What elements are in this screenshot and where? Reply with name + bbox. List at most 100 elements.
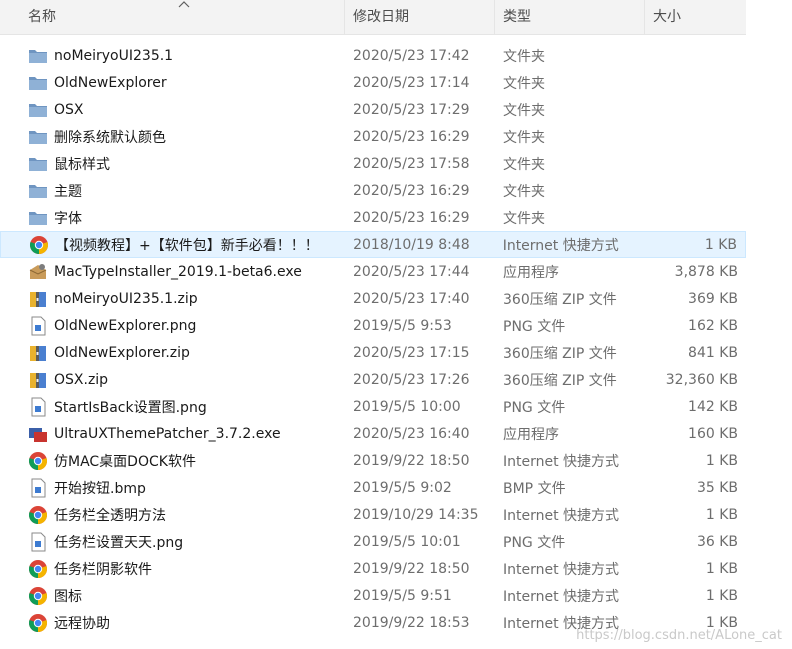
file-size: 369 KB: [688, 290, 738, 307]
file-name-cell[interactable]: 仿MAC桌面DOCK软件: [0, 451, 345, 471]
file-date: 2020/5/23 17:58: [353, 155, 470, 172]
installer-icon: [28, 262, 48, 282]
file-name-cell[interactable]: OldNewExplorer: [0, 73, 345, 93]
folder-icon: [28, 154, 48, 174]
file-row[interactable]: 图标 2019/5/5 9:51 Internet 快捷方式 1 KB: [0, 582, 746, 609]
file-name-cell[interactable]: MacTypeInstaller_2019.1-beta6.exe: [0, 262, 345, 282]
file-name: OldNewExplorer.zip: [54, 344, 190, 361]
file-type: Internet 快捷方式: [503, 588, 620, 605]
file-row[interactable]: 任务栏设置天天.png 2019/5/5 10:01 PNG 文件 36 KB: [0, 528, 746, 555]
file-date: 2020/5/23 17:44: [353, 263, 470, 280]
file-name-cell[interactable]: 开始按钮.bmp: [0, 478, 345, 498]
file-row[interactable]: 仿MAC桌面DOCK软件 2019/9/22 18:50 Internet 快捷方式…: [0, 447, 746, 474]
file-row[interactable]: 鼠标样式 2020/5/23 17:58 文件夹: [0, 150, 746, 177]
file-name: 【视频教程】+【软件包】新手必看！！！: [55, 237, 319, 254]
file-type: 文件夹: [503, 156, 545, 173]
file-name-cell[interactable]: noMeiryoUI235.1: [0, 46, 345, 66]
file-name: OSX: [54, 101, 84, 118]
file-name: OSX.zip: [54, 371, 109, 388]
file-date: 2020/5/23 17:40: [353, 290, 470, 307]
file-row[interactable]: UltraUXThemePatcher_3.7.2.exe 2020/5/23 1…: [0, 420, 746, 447]
file-name-cell[interactable]: 【视频教程】+【软件包】新手必看！！！: [1, 235, 345, 255]
file-name-cell[interactable]: 任务栏设置天天.png: [0, 532, 345, 552]
file-name: noMeiryoUI235.1.zip: [54, 290, 198, 307]
file-name-cell[interactable]: 图标: [0, 586, 345, 606]
file-size: 1 KB: [704, 236, 738, 253]
file-name-cell[interactable]: StartIsBack设置图.png: [0, 397, 345, 417]
zip-icon: [28, 343, 48, 363]
file-type: Internet 快捷方式: [503, 561, 620, 578]
file-row[interactable]: OldNewExplorer.png 2019/5/5 9:53 PNG 文件 162…: [0, 312, 746, 339]
column-header-size[interactable]: 大小: [645, 0, 746, 34]
file-date: 2020/5/23 17:42: [353, 47, 470, 64]
file-size: 142 KB: [688, 398, 738, 415]
file-name: noMeiryoUI235.1: [54, 47, 174, 64]
file-name-cell[interactable]: OldNewExplorer.png: [0, 316, 345, 336]
file-date: 2019/5/5 9:51: [353, 587, 452, 604]
file-type: BMP 文件: [503, 480, 566, 497]
file-size: 1 KB: [705, 506, 738, 523]
file-row[interactable]: MacTypeInstaller_2019.1-beta6.exe 2020/5/…: [0, 258, 746, 285]
file-date: 2020/5/23 17:29: [353, 101, 470, 118]
file-name: 鼠标样式: [54, 156, 110, 173]
column-header-date[interactable]: 修改日期: [345, 0, 495, 34]
file-row[interactable]: 任务栏阴影软件 2019/9/22 18:50 Internet 快捷方式 1 KB: [0, 555, 746, 582]
file-type: 文件夹: [503, 129, 545, 146]
file-type: 文件夹: [503, 48, 545, 65]
file-row[interactable]: 任务栏全透明方法 2019/10/29 14:35 Internet 快捷方式 1 K…: [0, 501, 746, 528]
sort-ascending-icon: [178, 0, 190, 10]
file-type: 360压缩 ZIP 文件: [503, 291, 617, 308]
file-row[interactable]: OldNewExplorer 2020/5/23 17:14 文件夹: [0, 69, 746, 96]
file-name-cell[interactable]: 任务栏阴影软件: [0, 559, 345, 579]
file-row[interactable]: noMeiryoUI235.1 2020/5/23 17:42 文件夹: [0, 42, 746, 69]
file-type: Internet 快捷方式: [502, 237, 619, 254]
file-date: 2020/5/23 16:40: [353, 425, 470, 442]
file-name-cell[interactable]: UltraUXThemePatcher_3.7.2.exe: [0, 424, 345, 444]
file-date: 2019/5/5 9:02: [353, 479, 452, 496]
file-row[interactable]: 【视频教程】+【软件包】新手必看！！！ 2018/10/19 8:48 Intern…: [0, 231, 746, 258]
file-name-cell[interactable]: 主题: [0, 181, 345, 201]
folder-icon: [28, 208, 48, 228]
file-type: 文件夹: [503, 210, 545, 227]
file-name: 字体: [54, 210, 82, 227]
file-date: 2020/5/23 17:26: [353, 371, 470, 388]
column-header-name-label: 名称: [28, 9, 56, 25]
file-date: 2019/5/5 9:53: [353, 317, 452, 334]
file-row[interactable]: StartIsBack设置图.png 2019/5/5 10:00 PNG 文件 14…: [0, 393, 746, 420]
file-name: UltraUXThemePatcher_3.7.2.exe: [54, 425, 281, 442]
file-name-cell[interactable]: 任务栏全透明方法: [0, 505, 345, 525]
file-name-cell[interactable]: 远程协助: [0, 613, 345, 633]
file-name-cell[interactable]: 字体: [0, 208, 345, 228]
file-list: noMeiryoUI235.1 2020/5/23 17:42 文件夹 OldNewE…: [0, 42, 746, 636]
column-header-type[interactable]: 类型: [495, 0, 645, 34]
file-name-cell[interactable]: noMeiryoUI235.1.zip: [0, 289, 345, 309]
file-name: StartIsBack设置图.png: [54, 399, 207, 416]
file-name: 远程协助: [54, 615, 110, 632]
file-name-cell[interactable]: OSX.zip: [0, 370, 345, 390]
file-name-cell[interactable]: 删除系统默认颜色: [0, 127, 345, 147]
chrome-icon: [29, 235, 49, 255]
file-row[interactable]: OldNewExplorer.zip 2020/5/23 17:15 360压缩 Z…: [0, 339, 746, 366]
file-date: 2020/5/23 16:29: [353, 182, 470, 199]
file-type: 应用程序: [503, 264, 559, 281]
zip-icon: [28, 289, 48, 309]
file-name-cell[interactable]: 鼠标样式: [0, 154, 345, 174]
file-date: 2019/5/5 10:00: [353, 398, 461, 415]
chrome-icon: [28, 559, 48, 579]
file-row[interactable]: 字体 2020/5/23 16:29 文件夹: [0, 204, 746, 231]
file-name-cell[interactable]: OSX: [0, 100, 345, 120]
file-name-cell[interactable]: OldNewExplorer.zip: [0, 343, 345, 363]
file-row[interactable]: 开始按钮.bmp 2019/5/5 9:02 BMP 文件 35 KB: [0, 474, 746, 501]
file-size: 841 KB: [688, 344, 738, 361]
file-row[interactable]: OSX 2020/5/23 17:29 文件夹: [0, 96, 746, 123]
column-header-name[interactable]: 名称: [0, 0, 345, 34]
file-row[interactable]: 主题 2020/5/23 16:29 文件夹: [0, 177, 746, 204]
column-header-size-label: 大小: [653, 9, 681, 25]
file-type: 文件夹: [503, 183, 545, 200]
file-row[interactable]: 删除系统默认颜色 2020/5/23 16:29 文件夹: [0, 123, 746, 150]
file-row[interactable]: OSX.zip 2020/5/23 17:26 360压缩 ZIP 文件 32,360…: [0, 366, 746, 393]
file-row[interactable]: noMeiryoUI235.1.zip 2020/5/23 17:40 360压缩 …: [0, 285, 746, 312]
image-file-icon: [28, 316, 48, 336]
file-date: 2019/9/22 18:50: [353, 560, 470, 577]
chrome-icon: [28, 451, 48, 471]
